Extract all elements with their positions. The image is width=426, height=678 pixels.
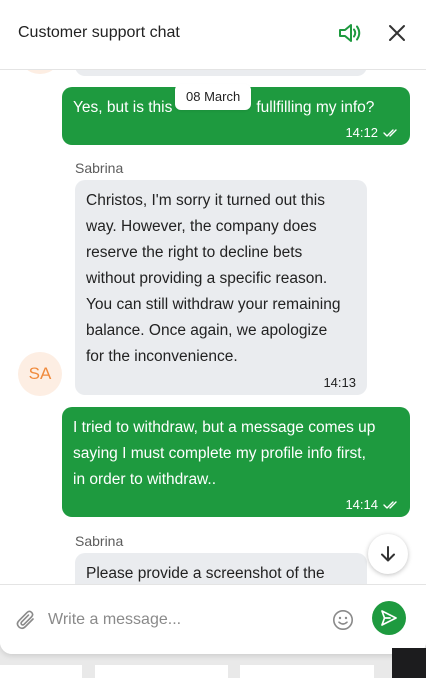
scroll-to-bottom-button[interactable] xyxy=(368,534,408,574)
background-panel xyxy=(392,648,426,678)
double-check-icon xyxy=(383,129,397,137)
arrow-down-icon xyxy=(381,546,395,562)
message-bubble-outgoing: I tried to withdraw, but a message comes… xyxy=(62,407,410,517)
message-bubble-incoming: Christos, I'm sorry it turned out this w… xyxy=(75,180,367,395)
close-icon[interactable] xyxy=(384,20,410,46)
background-panel xyxy=(0,665,82,678)
avatar: SA xyxy=(18,352,62,396)
background-panel xyxy=(95,665,228,678)
message-composer xyxy=(0,584,426,654)
date-separator: 08 March xyxy=(175,84,252,110)
message-timestamp: 14:13 xyxy=(323,375,356,390)
message-timestamp: 14:14 xyxy=(345,497,399,513)
chat-header: Customer support chat xyxy=(0,0,426,70)
sender-name: Sabrina xyxy=(75,160,124,176)
speaker-icon[interactable] xyxy=(337,20,363,46)
message-text: I tried to withdraw, but a message comes… xyxy=(73,419,376,488)
double-check-icon xyxy=(383,501,397,509)
chat-title: Customer support chat xyxy=(18,24,180,41)
chat-widget: Customer support chat 08 March Yes, but … xyxy=(0,0,426,654)
message-bubble-partial xyxy=(75,70,367,76)
background-panel xyxy=(240,665,374,678)
message-list[interactable]: 08 March Yes, but is this fullfilling my … xyxy=(0,70,426,584)
message-text: Christos, I'm sorry it turned out this w… xyxy=(86,192,341,365)
paperclip-icon[interactable] xyxy=(14,608,38,632)
message-input[interactable] xyxy=(48,607,318,633)
send-icon xyxy=(381,610,397,626)
message-text: Please provide a screenshot of the xyxy=(86,565,325,582)
emoji-icon[interactable] xyxy=(331,608,355,632)
send-button[interactable] xyxy=(372,601,406,635)
message-timestamp: 14:12 xyxy=(345,125,399,141)
sender-name: Sabrina xyxy=(75,533,124,549)
avatar xyxy=(18,70,62,74)
message-bubble-incoming: Please provide a screenshot of the xyxy=(75,553,367,584)
